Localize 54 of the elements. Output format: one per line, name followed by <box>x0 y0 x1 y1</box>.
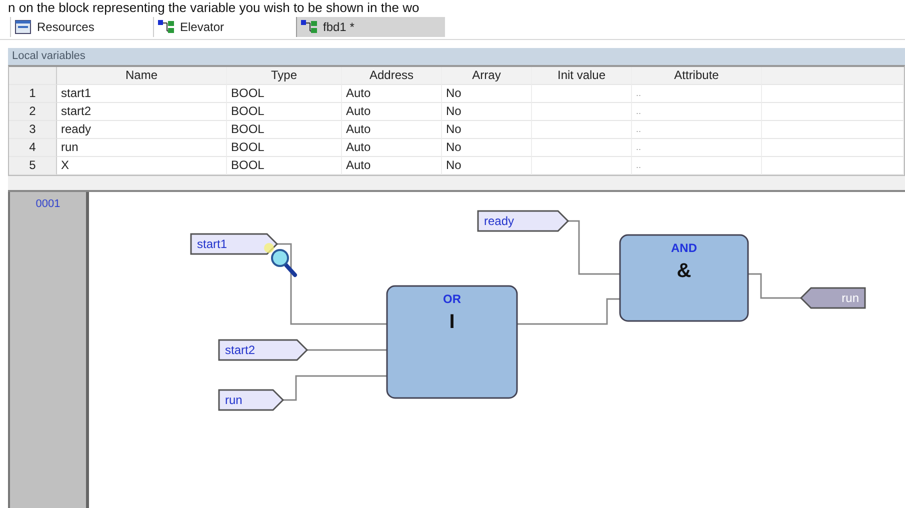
row-number[interactable]: 1 <box>9 85 57 103</box>
table-cell: BOOL <box>227 85 342 103</box>
window-icon <box>15 20 31 34</box>
column-header[interactable]: Address <box>342 67 442 85</box>
splitter-bar[interactable] <box>8 176 905 192</box>
function-block[interactable]: OR I <box>386 285 518 399</box>
table-cell: BOOL <box>227 121 342 139</box>
table-cell: No <box>442 103 532 121</box>
editor-tab[interactable]: Elevator <box>153 17 272 37</box>
panel-title: Local variables <box>8 48 905 65</box>
table-cell: start1 <box>57 85 227 103</box>
column-header[interactable]: Array <box>442 67 532 85</box>
row-number[interactable]: 4 <box>9 139 57 157</box>
table-cell: ready <box>57 121 227 139</box>
table-cell: BOOL <box>227 103 342 121</box>
table-cell: .. <box>632 85 762 103</box>
table-cell: No <box>442 157 532 175</box>
table-cell: run <box>57 139 227 157</box>
instruction-text: n on the block representing the variable you wish to be shown in the wo <box>7 0 420 15</box>
editor-tab[interactable]: fbd1 * <box>296 17 445 37</box>
table-cell: Auto <box>342 139 442 157</box>
table-cell: Auto <box>342 85 442 103</box>
input-variable[interactable]: start1 <box>190 233 278 255</box>
column-header[interactable]: Attribute <box>632 67 762 85</box>
column-header[interactable]: Name <box>57 67 227 85</box>
input-variable[interactable]: run <box>218 389 284 411</box>
network-number: 0001 <box>10 192 89 508</box>
table-cell: .. <box>632 103 762 121</box>
column-header[interactable]: Type <box>227 67 342 85</box>
magnifier-icon <box>264 243 297 277</box>
table-cell: .. <box>632 121 762 139</box>
table-cell: start2 <box>57 103 227 121</box>
tree-icon <box>301 20 317 34</box>
table-cell: No <box>442 85 532 103</box>
input-variable[interactable]: start2 <box>218 339 308 361</box>
table-cell: No <box>442 139 532 157</box>
corner-cell <box>9 67 57 85</box>
table-cell: BOOL <box>227 157 342 175</box>
table-cell: No <box>442 121 532 139</box>
table-cell: .. <box>632 139 762 157</box>
table-cell: BOOL <box>227 139 342 157</box>
table-cell: .. <box>632 157 762 175</box>
column-header[interactable]: Init value <box>532 67 632 85</box>
table-cell: Auto <box>342 121 442 139</box>
editor-tab[interactable]: Resources <box>10 17 129 37</box>
row-number[interactable]: 2 <box>9 103 57 121</box>
function-block[interactable]: AND & <box>619 234 749 322</box>
table-cell: Auto <box>342 103 442 121</box>
row-number[interactable]: 5 <box>9 157 57 175</box>
tree-icon <box>158 20 174 34</box>
table-cell: X <box>57 157 227 175</box>
row-number[interactable]: 3 <box>9 121 57 139</box>
table-cell: Auto <box>342 157 442 175</box>
input-variable[interactable]: ready <box>477 210 570 232</box>
